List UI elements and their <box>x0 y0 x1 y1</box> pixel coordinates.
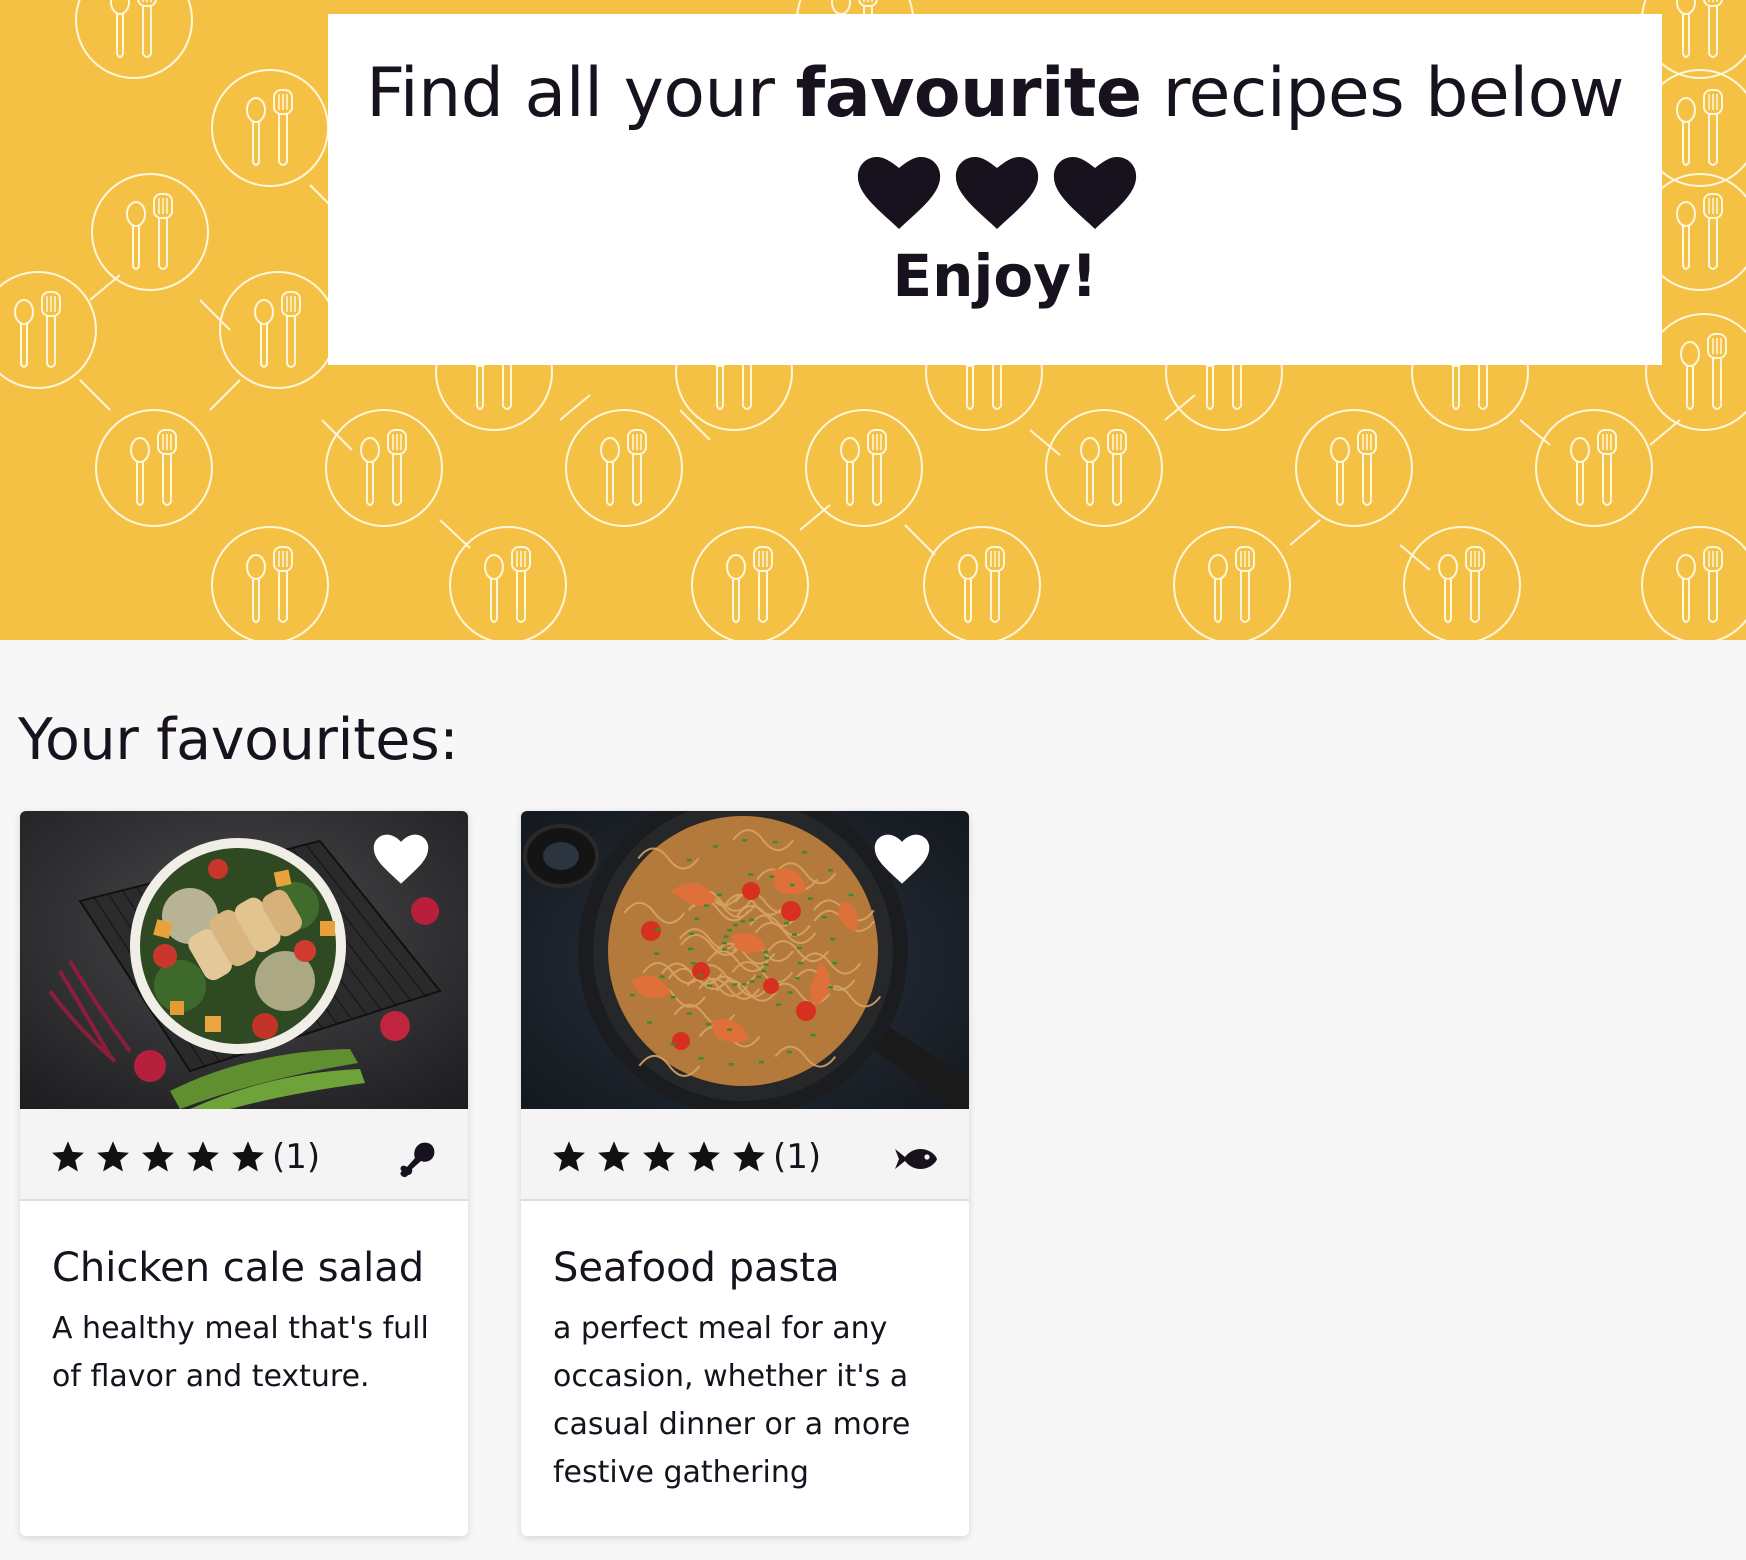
hero-title-text: Find all your <box>366 54 796 133</box>
recipe-title[interactable]: Chicken cale salad <box>52 1237 438 1299</box>
hero-message-box: Find all your favourite recipes below En… <box>328 14 1662 365</box>
recipe-image[interactable] <box>521 811 969 1109</box>
rating-count: (1) <box>773 1137 822 1177</box>
recipe-title[interactable]: Seafood pasta <box>553 1237 939 1299</box>
star-icon <box>232 1141 264 1172</box>
star-icon <box>52 1141 84 1172</box>
star-rating: (1) <box>551 1139 821 1175</box>
star-icon <box>643 1141 675 1172</box>
heart-icon <box>1053 156 1137 229</box>
recipe-card[interactable]: (1) Seafood pasta a perfect meal for any… <box>521 811 969 1536</box>
fish-icon <box>895 1149 937 1169</box>
hero-hearts <box>857 143 1151 235</box>
star-icon <box>688 1141 720 1172</box>
recipe-body: Chicken cale salad A healthy meal that's… <box>20 1201 468 1401</box>
favourite-heart-outline-icon[interactable] <box>372 833 430 885</box>
hero-title-emphasis: favourite <box>795 54 1142 133</box>
recipe-card[interactable]: (1) Chicken cale salad A healthy meal th… <box>20 811 468 1536</box>
hero-banner: Find all your favourite recipes below En… <box>0 0 1746 640</box>
hero-title-text-end: recipes below <box>1141 54 1625 133</box>
rating-count: (1) <box>272 1137 321 1177</box>
recipe-image[interactable] <box>20 811 468 1109</box>
favourites-heading: Your favourites: <box>18 707 459 773</box>
heart-icon <box>955 156 1039 229</box>
star-rating: (1) <box>50 1139 320 1175</box>
star-icon <box>553 1141 585 1172</box>
star-icon <box>598 1141 630 1172</box>
favourite-heart-outline-icon[interactable] <box>873 833 931 885</box>
recipe-meta-bar: (1) <box>521 1109 969 1201</box>
star-icon <box>187 1141 219 1172</box>
chicken-leg-icon <box>400 1142 435 1178</box>
star-icon <box>142 1141 174 1172</box>
star-icon <box>733 1141 765 1172</box>
recipe-meta-bar: (1) <box>20 1109 468 1201</box>
hero-subtitle: Enjoy! <box>892 242 1098 311</box>
hero-title: Find all your favourite recipes below <box>328 48 1662 235</box>
recipe-description: A healthy meal that's full of flavor and… <box>52 1311 429 1394</box>
recipe-body: Seafood pasta a perfect meal for any occ… <box>521 1201 969 1497</box>
heart-icon <box>857 156 941 229</box>
star-icon <box>97 1141 129 1172</box>
recipe-description: a perfect meal for any occasion, whether… <box>553 1311 911 1490</box>
